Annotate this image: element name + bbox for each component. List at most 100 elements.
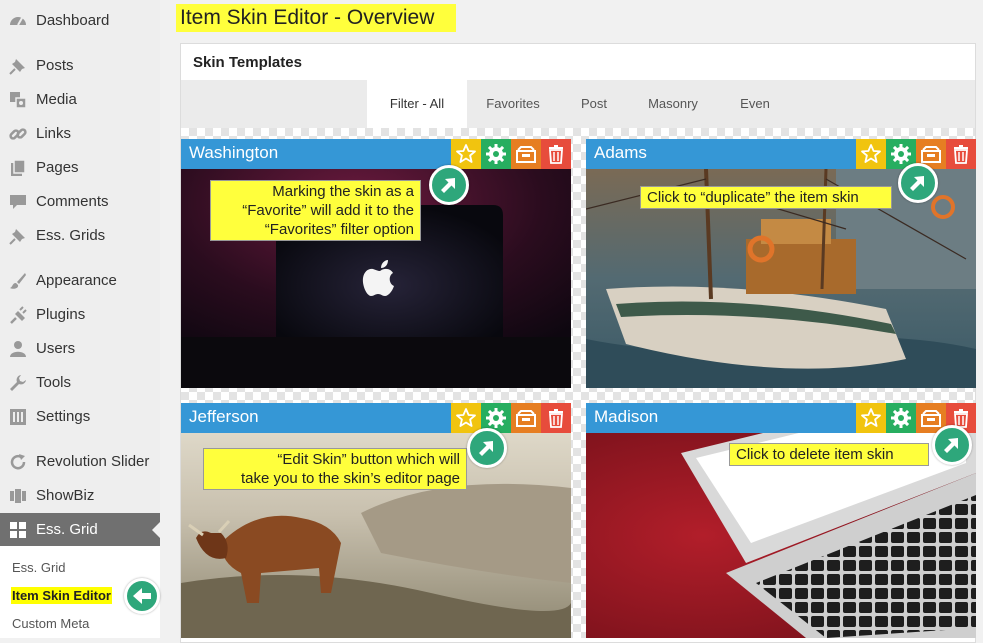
card-title: Jefferson [189,407,259,426]
star-icon [861,144,881,163]
edit-skin-button[interactable] [886,403,916,433]
ess-grid-submenu: Ess. Grid Item Skin Editor Custom Meta [0,546,160,638]
nav-label: Pages [36,159,79,176]
skin-card-madison[interactable]: Madison [586,403,976,638]
card-header: Madison [586,403,976,433]
nav-label: Appearance [36,272,117,289]
favorite-button[interactable] [451,403,481,433]
delete-button[interactable] [541,139,571,169]
nav-label: Ess. Grid [36,521,98,538]
card-title: Washington [189,143,279,162]
nav-label: Media [36,91,77,108]
callout-arrow-icon [124,578,160,614]
media-icon [10,92,27,109]
nav-label: Comments [36,193,109,210]
user-icon [10,341,26,357]
nav-label: Users [36,340,76,357]
nav-label: Revolution Slider [36,453,150,470]
nav-appearance[interactable]: Appearance [0,266,160,296]
nav-settings[interactable]: Settings [0,402,160,432]
nav-label: Tools [36,374,72,391]
edit-skin-button[interactable] [481,139,511,169]
annotation-line: Click to delete item skin [736,446,894,463]
duplicate-annotation: Click to “duplicate” the item skin [640,186,892,209]
filter-favorites[interactable]: Favorites [471,80,555,128]
settings-icon [10,409,26,425]
trash-icon [549,409,563,428]
trash-icon [549,145,563,164]
panel-title: Skin Templates [193,54,302,71]
nav-label: Links [36,125,72,142]
nav-ess-grid[interactable]: Ess. Grid [0,513,161,546]
favorite-button[interactable] [856,139,886,169]
pin-icon [9,59,25,75]
pin-icon [9,229,25,245]
grid-icon [10,522,26,538]
callout-arrow-icon [898,163,938,203]
annotation-line: Marking the skin as a [272,183,414,200]
submenu-item-skin-editor[interactable]: Item Skin Editor [11,587,112,604]
favorite-button[interactable] [856,403,886,433]
filter-all[interactable]: Filter - All [367,80,467,128]
submenu-custom-meta[interactable]: Custom Meta [12,616,89,631]
card-title: Madison [594,407,659,426]
nav-showbiz[interactable]: ShowBiz [0,481,160,511]
duplicate-icon [516,146,536,163]
favorite-annotation: Marking the skin as a “Favorite” will ad… [210,180,421,241]
nav-media[interactable]: Media [0,85,160,115]
nav-label: Dashboard [36,12,110,29]
filter-bar: Filter - All Favorites Post Masonry Even [181,80,975,128]
annotation-line: “Edit Skin” button which will [277,451,460,468]
callout-arrow-icon [932,425,972,465]
nav-dashboard[interactable]: Dashboard [0,6,160,36]
showbiz-icon [10,489,26,503]
nav-posts[interactable]: Posts [0,51,160,81]
comment-icon [10,195,26,209]
card-title: Adams [594,143,647,162]
card-header: Jefferson [181,403,571,433]
nav-label: Plugins [36,306,86,323]
delete-button[interactable] [946,139,976,169]
callout-arrow-icon [467,428,507,468]
nav-ess-grids[interactable]: Ess. Grids [0,221,160,251]
active-indicator [152,521,161,539]
nav-links[interactable]: Links [0,119,160,149]
refresh-icon [10,454,26,470]
submenu-ess-grid[interactable]: Ess. Grid [12,560,65,575]
delete-button[interactable] [541,403,571,433]
nav-label: Posts [36,57,74,74]
gear-icon [891,408,911,428]
filter-post[interactable]: Post [565,80,623,128]
callout-arrow-icon [429,165,469,205]
card-header: Washington [181,139,571,169]
edit-annotation: “Edit Skin” button which will take you t… [203,448,467,490]
trash-icon [954,145,968,164]
skin-card-washington[interactable]: Washington [181,139,571,388]
skin-card-jefferson[interactable]: Jefferson [181,403,571,638]
nav-comments[interactable]: Comments [0,187,160,217]
dashboard-icon [10,17,26,26]
filter-even[interactable]: Even [723,80,787,128]
annotation-line: Click to “duplicate” the item skin [647,189,859,206]
gear-icon [486,144,506,164]
duplicate-button[interactable] [511,139,541,169]
nav-revolution-slider[interactable]: Revolution Slider [0,447,160,477]
nav-tools[interactable]: Tools [0,368,160,398]
admin-sidebar: Dashboard Posts Media Links Pages Commen… [0,0,161,638]
annotation-line: “Favorites” filter option [264,221,414,238]
paintbrush-icon [10,273,26,289]
nav-plugins[interactable]: Plugins [0,300,160,330]
filter-masonry[interactable]: Masonry [633,80,713,128]
star-icon [861,408,881,427]
nav-label: Settings [36,408,91,425]
plug-icon [10,306,27,324]
star-icon [456,408,476,427]
nav-label: Ess. Grids [36,227,106,244]
nav-pages[interactable]: Pages [0,153,160,183]
favorite-button[interactable] [451,139,481,169]
duplicate-icon [516,410,536,427]
duplicate-button[interactable] [511,403,541,433]
wrench-icon [10,375,26,391]
nav-users[interactable]: Users [0,334,160,364]
pages-icon [11,159,26,176]
